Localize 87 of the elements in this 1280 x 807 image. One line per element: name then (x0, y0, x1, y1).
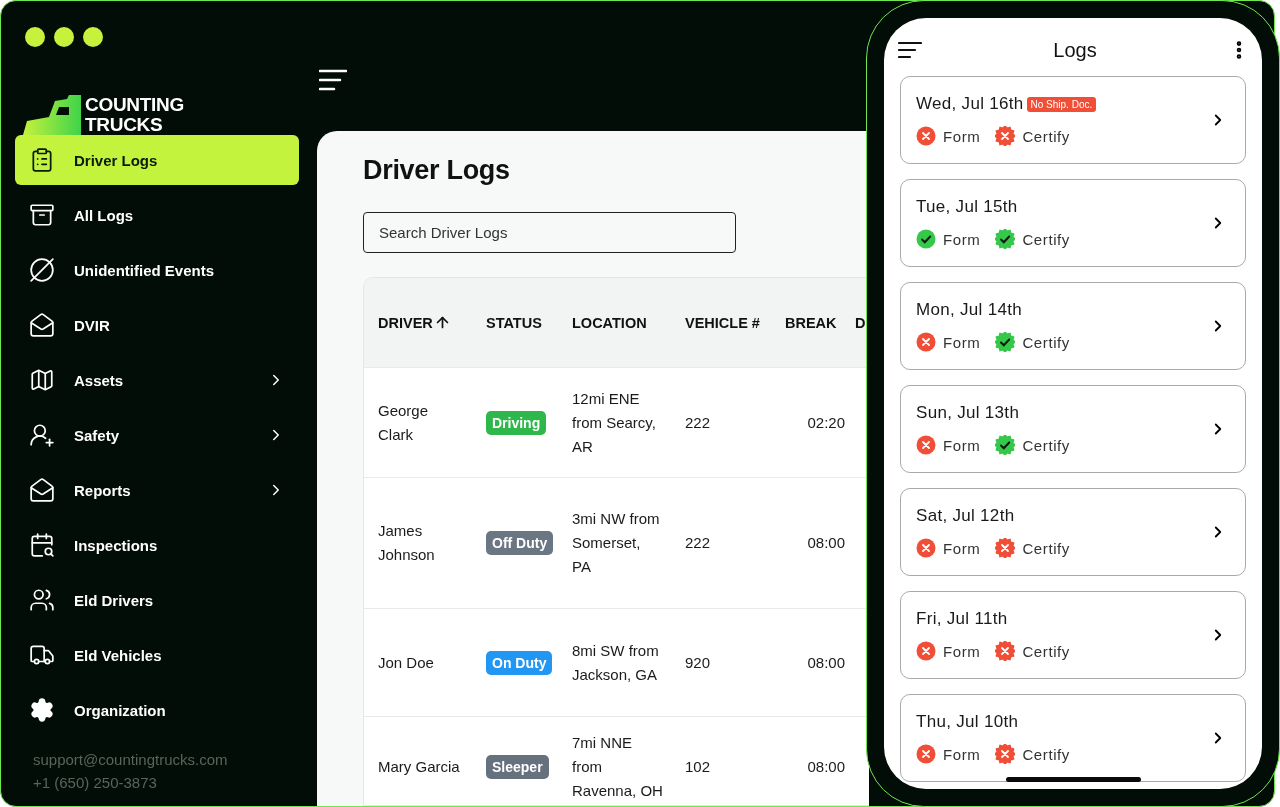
log-date: Sun, Jul 13th (916, 403, 1020, 423)
form-label: Form (943, 539, 981, 557)
driver-name: Mary Garcia (378, 756, 461, 777)
break-time: 02:20 (806, 412, 846, 433)
log-date: Sat, Jul 12th (916, 506, 1015, 526)
page-title: Driver Logs (363, 155, 511, 186)
location-text: 3mi NW from Somerset, PA (572, 509, 661, 577)
break-time: 08:00 (806, 652, 846, 673)
screen-title: Logs (1053, 38, 1097, 62)
archive-icon (29, 202, 55, 228)
vehicle-number: 920 (685, 652, 712, 673)
vehicle-number: 222 (685, 412, 712, 433)
nav-item[interactable]: Eld Vehicles (15, 630, 299, 680)
status-tag: Driving (486, 410, 547, 435)
brand-name: COUNTING (85, 95, 184, 115)
nav-item[interactable]: Driver Logs (15, 135, 299, 185)
column-header[interactable]: STATUS (486, 314, 572, 331)
column-header[interactable]: DRIVER (378, 314, 486, 331)
certify-label: Certify (1022, 230, 1070, 248)
support-phone: +1 (650) 250-3873 (33, 774, 158, 791)
support-email: support@countingtrucks.com (33, 751, 229, 768)
window-dot[interactable] (25, 27, 45, 47)
driver-name: George Clark (378, 400, 430, 445)
column-header[interactable]: VEHICLE # (685, 314, 785, 331)
location-text: 12mi ENE from Searcy, AR (572, 388, 657, 457)
calendar-search-icon (29, 532, 55, 558)
map-icon (29, 367, 55, 393)
log-card[interactable]: Wed, Jul 16th No Ship. Doc. Form Certify (900, 76, 1246, 164)
log-date: Mon, Jul 14th (916, 300, 1022, 320)
menu-icon[interactable] (898, 41, 922, 59)
warning-tag: No Ship. Doc. (1026, 96, 1097, 112)
form-label: Form (943, 642, 981, 660)
truck-icon (29, 642, 55, 668)
column-header[interactable]: D (855, 314, 869, 331)
break-time: 08:00 (806, 756, 846, 777)
driver-name: James Johnson (378, 521, 436, 565)
window-dot[interactable] (83, 27, 103, 47)
truck-logo-icon (23, 95, 81, 135)
vehicle-number: 102 (685, 756, 712, 777)
log-card[interactable]: Mon, Jul 14th Form Certify (900, 282, 1246, 370)
status-tag: Sleeper (486, 754, 549, 779)
nav-item[interactable]: Assets (15, 355, 299, 405)
nav-item[interactable]: All Logs (15, 190, 299, 240)
certify-label: Certify (1022, 127, 1070, 145)
search-field[interactable]: Search Driver Logs (363, 212, 736, 253)
clipboard-icon (29, 147, 55, 173)
log-date: Thu, Jul 10th (916, 712, 1019, 732)
column-header[interactable]: BREAK (785, 314, 855, 331)
log-card[interactable]: Sun, Jul 13th Form Certify (900, 385, 1246, 473)
nav-item[interactable]: Reports (15, 465, 299, 515)
slashed-circle-icon (29, 257, 55, 283)
form-label: Form (943, 436, 981, 454)
break-time: 08:00 (806, 533, 846, 553)
people-icon (29, 587, 55, 613)
log-date: Wed, Jul 16th (916, 94, 1024, 114)
certify-label: Certify (1022, 539, 1070, 557)
certify-label: Certify (1022, 333, 1070, 351)
form-label: Form (943, 230, 981, 248)
envelope-icon (29, 312, 55, 338)
nav-item[interactable]: Organization (15, 685, 299, 735)
log-date: Tue, Jul 15th (916, 197, 1018, 217)
nav-item[interactable]: Eld Drivers (15, 575, 299, 625)
form-label: Form (943, 127, 981, 145)
status-tag: Off Duty (486, 531, 554, 555)
log-date: Fri, Jul 11th (916, 609, 1008, 629)
person-plus-icon (29, 422, 55, 448)
status-tag: On Duty (486, 650, 553, 675)
log-card[interactable]: Sat, Jul 12th Form Certify (900, 488, 1246, 576)
location-text: 8mi SW from Jackson, GA (572, 640, 660, 685)
form-label: Form (943, 333, 981, 351)
nav-item[interactable]: Inspections (15, 520, 299, 570)
form-label: Form (943, 745, 981, 763)
nav-item[interactable]: Unidentified Events (15, 245, 299, 295)
vehicle-number: 222 (685, 533, 712, 553)
certify-label: Certify (1022, 745, 1070, 763)
log-card[interactable]: Fri, Jul 11th Form Certify (900, 591, 1246, 679)
driver-name: Jon Doe (378, 652, 435, 673)
location-text: 7mi NNE from Ravenna, OH (572, 732, 664, 801)
log-card[interactable]: Tue, Jul 15th Form Certify (900, 179, 1246, 267)
envelope-icon (29, 477, 55, 503)
brand-name: TRUCKS (85, 115, 164, 135)
column-header[interactable]: LOCATION (572, 314, 685, 331)
nav-item[interactable]: DVIR (15, 300, 299, 350)
certify-label: Certify (1022, 642, 1070, 660)
nav-item[interactable]: Safety (15, 410, 299, 460)
window-dot[interactable] (54, 27, 74, 47)
certify-label: Certify (1022, 436, 1070, 454)
